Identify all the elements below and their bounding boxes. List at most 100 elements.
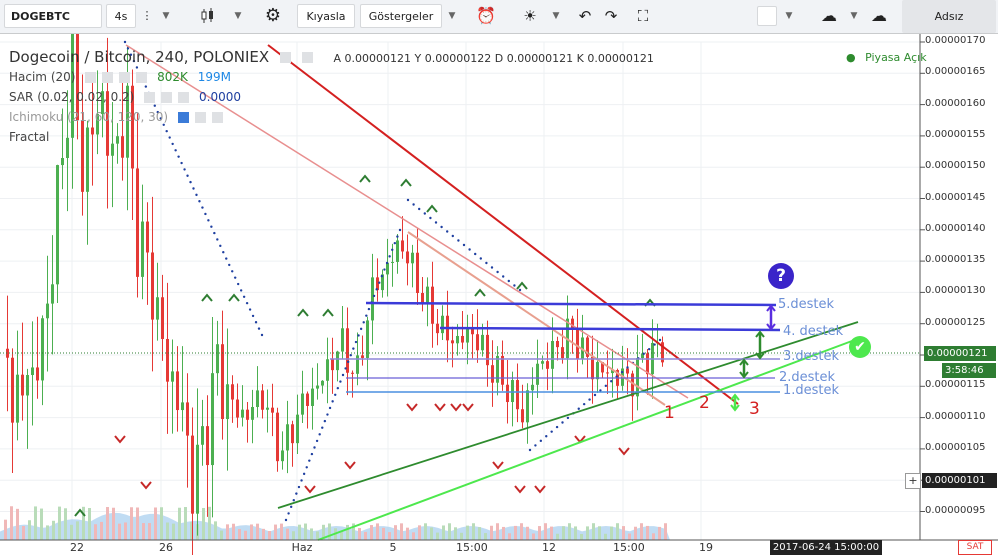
eye-icon[interactable] <box>144 92 156 103</box>
chevron-down-icon[interactable]: ▼ <box>846 4 862 28</box>
support-label-5[interactable]: 5.destek <box>778 297 834 312</box>
support-label-3[interactable]: 3.destek <box>783 349 839 364</box>
close-icon[interactable] <box>119 72 131 83</box>
question-mark-icon[interactable]: ? <box>768 263 794 289</box>
compare-button[interactable]: Kıyasla <box>297 4 355 28</box>
sar-dot <box>550 430 553 433</box>
sar-dot <box>186 174 189 177</box>
sar-dot <box>331 400 334 403</box>
fractal-down-marker <box>492 461 504 470</box>
volume-bar <box>214 521 217 540</box>
time-tick-label: Haz <box>291 541 313 554</box>
sar-dot <box>346 360 350 364</box>
volume-bar <box>262 528 265 540</box>
sar-value: 0.0000 <box>199 90 241 104</box>
sar-dot <box>539 439 543 443</box>
candle-body <box>491 365 494 383</box>
color-swatch-button[interactable] <box>757 6 777 26</box>
eye-icon[interactable] <box>85 72 97 83</box>
candle-body <box>181 402 184 411</box>
undo-icon[interactable]: ↶ <box>574 4 596 28</box>
candle-body <box>366 320 369 358</box>
volume-bar <box>238 529 241 540</box>
volume-bar <box>268 530 271 540</box>
redo-icon[interactable]: ↷ <box>600 4 622 28</box>
candle-body <box>121 136 124 158</box>
candlestick-style-icon[interactable] <box>196 4 220 28</box>
settings-icon[interactable] <box>194 112 206 123</box>
cloud-download-icon[interactable]: ☁ <box>814 4 844 28</box>
candle-body <box>46 303 49 319</box>
volume-bar <box>232 523 235 540</box>
volume-bar <box>148 523 151 540</box>
chevron-down-icon[interactable]: ▼ <box>781 4 797 28</box>
support-label-1[interactable]: 1.destek <box>783 383 839 398</box>
sar-dot <box>171 142 174 146</box>
eye-icon[interactable] <box>279 52 291 63</box>
lightbulb-icon[interactable]: ☀ <box>518 4 542 28</box>
settings-icon[interactable] <box>301 52 313 63</box>
volume-bar <box>646 525 649 540</box>
volume-bar <box>406 527 409 540</box>
trendline-number-1[interactable]: 1 <box>664 403 675 423</box>
close-icon[interactable] <box>211 112 223 123</box>
sar-dot <box>359 327 363 331</box>
candle-body <box>56 165 59 285</box>
chevron-down-icon[interactable]: ▼ <box>158 4 174 28</box>
alert-clock-icon[interactable]: ⏰ <box>474 4 498 28</box>
candle-body <box>466 327 469 343</box>
volume-bar <box>604 533 607 540</box>
support-label-4[interactable]: 4. destek <box>783 324 843 339</box>
candle-body <box>461 335 464 343</box>
settings-icon[interactable] <box>102 72 114 83</box>
sar-dot <box>251 314 255 318</box>
volume-bar <box>526 526 529 540</box>
interval-selector[interactable]: 4s <box>106 4 136 28</box>
more-icon[interactable] <box>136 72 148 83</box>
current-price-badge: 0.00000121 <box>924 346 996 361</box>
chevron-down-icon[interactable]: ▼ <box>444 4 460 28</box>
volume-bar <box>280 523 283 540</box>
volume-bar <box>628 533 631 540</box>
sar-dot <box>545 435 548 438</box>
candle-body <box>116 136 119 144</box>
time-tick-label: 5 <box>389 541 397 554</box>
user-name-button[interactable]: Adsız <box>902 0 996 33</box>
sar-dot <box>321 426 324 429</box>
trendline-number-3[interactable]: 3 <box>749 399 760 419</box>
close-icon[interactable] <box>178 92 190 103</box>
chart-area[interactable]: Dogecoin / Bitcoin, 240, POLONIEX A 0.00… <box>0 34 998 555</box>
check-circle-icon[interactable]: ✔ <box>849 336 871 358</box>
candle-body <box>636 358 639 397</box>
chevron-down-icon[interactable]: ▼ <box>230 4 246 28</box>
cloud-upload-icon[interactable]: ☁ <box>864 4 894 28</box>
volume-bar <box>328 523 331 540</box>
price-tick-label: 0.00000130 <box>925 285 986 297</box>
symbol-search-input[interactable]: DOGEBTC <box>4 4 102 28</box>
candle-body <box>191 435 194 514</box>
eye-icon[interactable] <box>177 112 189 123</box>
sar-dot <box>174 149 177 152</box>
sar-dot <box>468 248 471 251</box>
trendline-number-2[interactable]: 2 <box>699 393 710 413</box>
fractal-up-marker <box>516 281 528 290</box>
chevron-down-icon[interactable]: ▼ <box>548 4 564 28</box>
candle-body <box>86 127 89 192</box>
candle-body <box>386 262 389 275</box>
candle-body <box>31 367 34 376</box>
volume-bar <box>250 524 253 540</box>
indicators-button[interactable]: Göstergeler <box>360 4 442 28</box>
volume-bar <box>454 527 457 540</box>
more-dots-icon[interactable]: ⋮ <box>140 4 154 28</box>
sell-badge[interactable]: SAT <box>958 540 992 555</box>
gear-icon[interactable]: ⚙ <box>260 4 286 28</box>
sar-dot <box>198 200 201 203</box>
settings-icon[interactable] <box>161 92 173 103</box>
volume-bar <box>220 530 223 540</box>
crosshair-plus-icon[interactable]: + <box>905 473 921 489</box>
candle-body <box>426 286 429 305</box>
volume-bar <box>124 522 127 540</box>
candle-body <box>341 328 344 352</box>
fullscreen-icon[interactable]: ⛶ <box>630 4 656 28</box>
volume-bar <box>664 523 667 540</box>
